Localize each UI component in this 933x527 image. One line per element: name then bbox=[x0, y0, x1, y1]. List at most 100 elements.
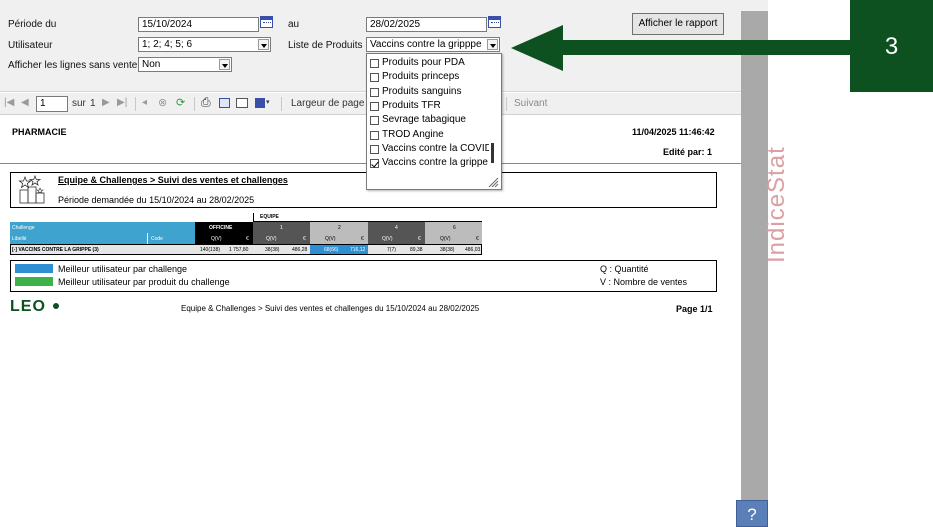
row-value: 38(38) bbox=[265, 247, 280, 253]
checkbox-icon[interactable] bbox=[370, 116, 379, 126]
qv-label: Q(V) bbox=[325, 236, 336, 242]
dropdown-item[interactable]: TROD Angine bbox=[370, 128, 492, 142]
utilisateur-label: Utilisateur bbox=[8, 40, 53, 51]
dropdown-item[interactable]: Sevrage tabagique bbox=[370, 113, 492, 127]
callout-arrow bbox=[561, 40, 851, 55]
row-value: 7(7) bbox=[387, 247, 396, 253]
row-value: 89,38 bbox=[410, 247, 423, 253]
best-user-product-legend: Meilleur utilisateur par produit du chal… bbox=[58, 277, 230, 287]
leo-logo: LEO bbox=[10, 298, 46, 315]
challenge-label: Challenge bbox=[12, 225, 35, 231]
chevron-down-icon[interactable] bbox=[487, 39, 498, 50]
print-icon[interactable]: ⎙ bbox=[201, 95, 211, 110]
sur-label: sur bbox=[72, 98, 86, 109]
liste-produits-dropdown[interactable]: Produits pour PDA Produits princeps Produi… bbox=[366, 53, 502, 190]
calendar-icon[interactable] bbox=[488, 16, 501, 28]
equipe-label: EQUIPE bbox=[260, 214, 279, 220]
dropdown-item[interactable]: Produits sanguins bbox=[370, 85, 492, 99]
row-value: 716,12 bbox=[350, 247, 366, 253]
total-pages: 1 bbox=[90, 98, 96, 109]
periode-label: Période du bbox=[8, 19, 57, 30]
dropdown-item[interactable]: Vaccins contre la COVID- bbox=[370, 142, 492, 156]
stop-icon[interactable]: ⊗ bbox=[158, 96, 167, 109]
checkbox-icon[interactable] bbox=[370, 73, 379, 83]
challenge-icon bbox=[18, 175, 45, 204]
callout-arrow-head bbox=[511, 25, 563, 71]
sans-vente-label: Afficher les lignes sans vente bbox=[8, 60, 138, 71]
step-badge: 3 bbox=[850, 0, 933, 92]
last-page-icon[interactable]: ▶| bbox=[117, 97, 127, 108]
euro-label: € bbox=[303, 236, 306, 242]
row-value: 140(138) bbox=[200, 247, 221, 253]
calendar-icon[interactable] bbox=[260, 16, 273, 28]
previous-page-icon[interactable]: ◀ bbox=[21, 97, 29, 108]
row-value: 1 757,80 bbox=[229, 247, 249, 253]
toolbar-divider bbox=[194, 97, 195, 111]
row-value: 486,28 bbox=[292, 247, 308, 253]
row-value: 486,03 bbox=[465, 247, 481, 253]
best-user-legend: Meilleur utilisateur par challenge bbox=[58, 264, 188, 274]
au-label: au bbox=[288, 19, 300, 30]
checkbox-icon[interactable] bbox=[370, 144, 379, 154]
chevron-down-icon[interactable] bbox=[258, 39, 269, 50]
indicestat-logo: IndiceStat bbox=[741, 95, 790, 265]
dropdown-item[interactable]: Produits pour PDA bbox=[370, 56, 492, 70]
chevron-down-icon[interactable] bbox=[219, 59, 230, 70]
date-to-input[interactable]: 28/02/2025 bbox=[366, 17, 487, 32]
afficher-rapport-button[interactable]: Afficher le rapport bbox=[632, 13, 724, 35]
team-col-label: 2 bbox=[338, 225, 341, 231]
checkbox-icon[interactable] bbox=[370, 87, 379, 97]
euro-label: € bbox=[246, 236, 249, 242]
dropdown-item[interactable]: Produits TFR bbox=[370, 99, 492, 113]
dropdown-item[interactable]: Produits princeps bbox=[370, 70, 492, 84]
liste-produits-select[interactable]: Vaccins contre la gripppe bbox=[366, 37, 500, 52]
date-from-input[interactable]: 15/10/2024 bbox=[138, 17, 259, 32]
report-period: Période demandée du 15/10/2024 au 28/02/… bbox=[58, 195, 255, 205]
qv-label: Q(V) bbox=[266, 236, 277, 242]
edited-by: Edité par: 1 bbox=[663, 147, 713, 157]
report-datetime: 11/04/2025 11:46:42 bbox=[632, 127, 715, 137]
resize-grip-icon[interactable] bbox=[486, 176, 499, 188]
q-legend: Q : Quantité bbox=[600, 264, 649, 274]
sans-vente-select[interactable]: Non bbox=[138, 57, 232, 72]
euro-label: € bbox=[418, 236, 421, 242]
row-label[interactable]: [-] VACCINS CONTRE LA GRIPPE (3) bbox=[11, 246, 100, 254]
suivant-link[interactable]: Suivant bbox=[514, 98, 547, 109]
qv-label: Q(V) bbox=[440, 236, 451, 242]
chevron-down-icon[interactable]: ▾ bbox=[266, 98, 270, 106]
dropdown-item-label: Produits pour PDA bbox=[382, 57, 465, 68]
back-icon[interactable]: ◂ bbox=[142, 97, 147, 108]
page-indicator: Page 1/1 bbox=[676, 304, 713, 314]
dropdown-item-label: Sevrage tabagique bbox=[382, 114, 466, 126]
first-page-icon[interactable]: |◀ bbox=[4, 97, 14, 108]
row-value: 68(66) bbox=[324, 247, 339, 253]
best-user-product-swatch bbox=[15, 277, 53, 286]
toolbar-divider bbox=[135, 97, 136, 111]
dropdown-item[interactable]: Vaccins contre la grippe bbox=[370, 156, 492, 170]
refresh-icon[interactable]: ⟳ bbox=[176, 96, 185, 109]
help-button[interactable]: ? bbox=[736, 500, 768, 527]
checkbox-checked-icon[interactable] bbox=[370, 159, 379, 169]
checkbox-icon[interactable] bbox=[370, 130, 379, 140]
page-number-input[interactable]: 1 bbox=[36, 96, 68, 112]
qv-label: Q(V) bbox=[382, 236, 393, 242]
brand-text: IndiceStat bbox=[763, 146, 790, 263]
utilisateur-select[interactable]: 1; 2; 4; 5; 6 bbox=[138, 37, 271, 52]
checkbox-icon[interactable] bbox=[370, 101, 379, 111]
code-label: Code bbox=[151, 236, 163, 242]
page-setup-icon[interactable] bbox=[236, 98, 248, 108]
scrollbar-thumb[interactable] bbox=[491, 143, 494, 163]
print-layout-icon[interactable] bbox=[219, 98, 230, 108]
logo-dot-icon bbox=[53, 303, 59, 309]
report-title: Equipe & Challenges > Suivi des ventes e… bbox=[58, 175, 288, 185]
zoom-select[interactable]: Largeur de page bbox=[291, 98, 364, 109]
checkbox-icon[interactable] bbox=[370, 59, 379, 68]
liste-produits-value: Vaccins contre la gripppe bbox=[370, 39, 482, 50]
dropdown-item-label: Produits TFR bbox=[382, 99, 441, 111]
best-user-swatch bbox=[15, 264, 53, 273]
challenge-header bbox=[10, 222, 195, 244]
next-page-icon[interactable]: ▶ bbox=[102, 97, 110, 108]
export-icon[interactable] bbox=[255, 98, 265, 108]
dropdown-item-label: Vaccins contre la grippe bbox=[382, 157, 488, 169]
euro-label: € bbox=[476, 236, 479, 242]
